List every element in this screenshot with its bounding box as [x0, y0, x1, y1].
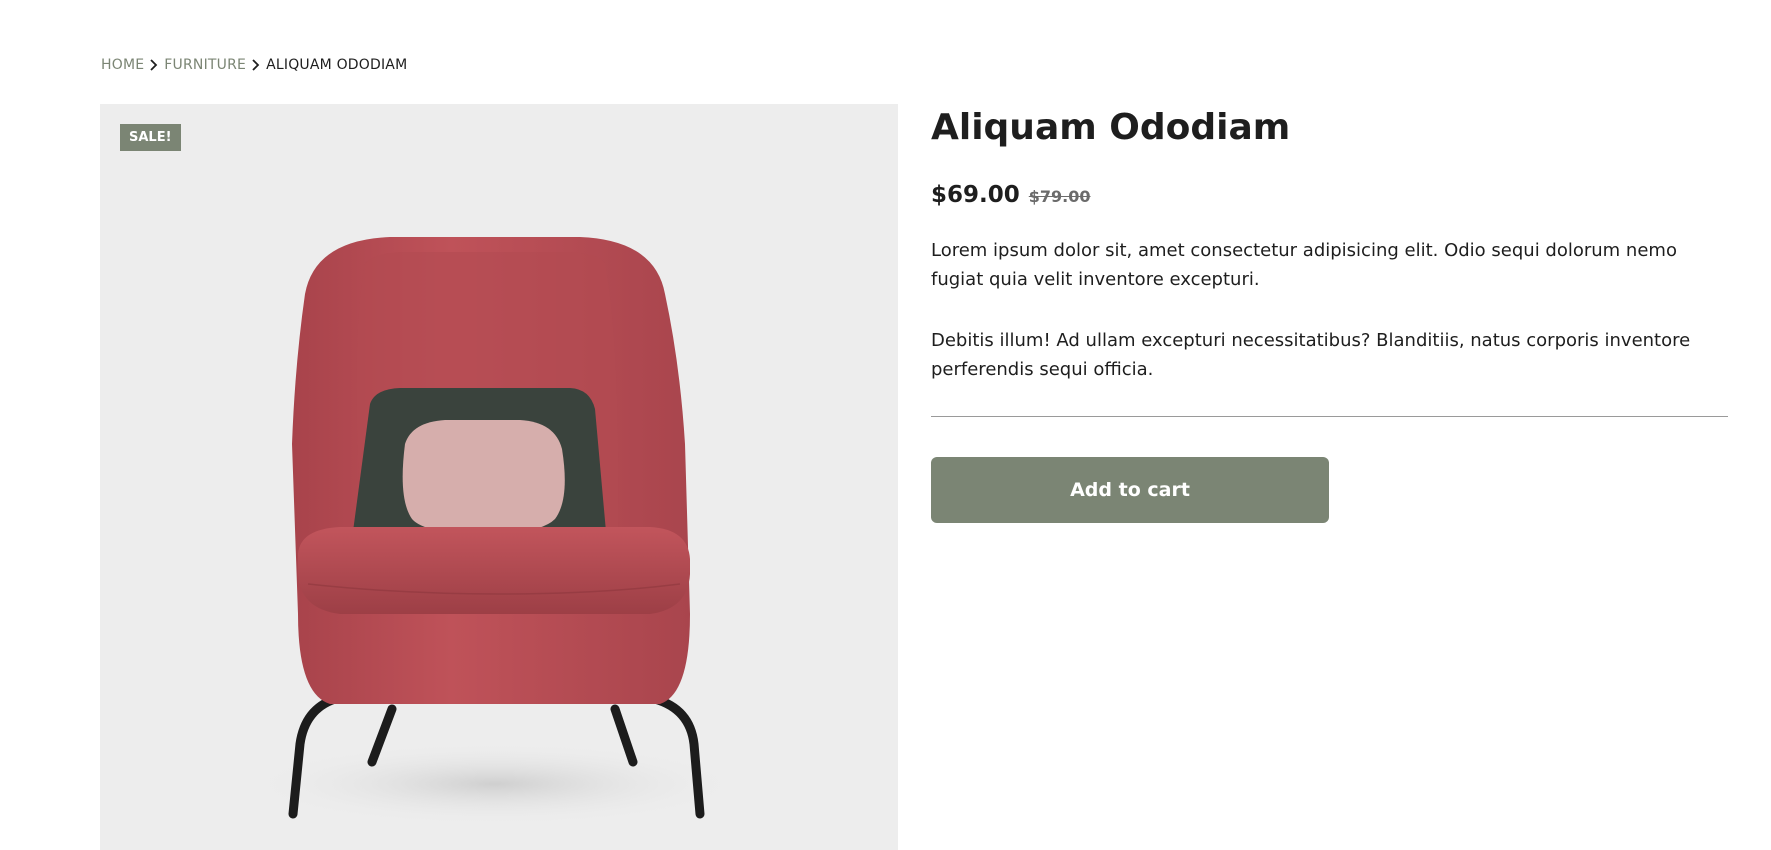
- product-description-paragraph-1: Lorem ipsum dolor sit, amet consectetur …: [931, 240, 1677, 290]
- product-description-paragraph-2: Debitis illum! Ad ullam excepturi necess…: [931, 330, 1691, 380]
- product-image-armchair[interactable]: [100, 104, 898, 850]
- add-to-cart-button[interactable]: Add to cart: [931, 457, 1329, 523]
- breadcrumb-home-link[interactable]: HOME: [101, 57, 144, 73]
- breadcrumb-category-link[interactable]: FURNITURE: [164, 57, 246, 73]
- regular-price: $79.00: [1028, 187, 1091, 206]
- product-title: Aliquam Ododiam: [931, 107, 1291, 148]
- breadcrumb-current: ALIQUAM ODODIAM: [266, 57, 408, 73]
- price: $69.00 $79.00: [931, 182, 1728, 208]
- breadcrumb: HOME FURNITURE ALIQUAM ODODIAM: [101, 57, 407, 73]
- sale-badge: SALE!: [120, 124, 181, 151]
- product-summary: Aliquam Ododiam $69.00 $79.00 Lorem ipsu…: [931, 104, 1728, 523]
- sale-price: $69.00: [931, 182, 1020, 208]
- chevron-right-icon: [150, 59, 158, 71]
- product-gallery[interactable]: SALE!: [100, 104, 898, 850]
- divider: [931, 416, 1728, 417]
- chevron-right-icon: [252, 59, 260, 71]
